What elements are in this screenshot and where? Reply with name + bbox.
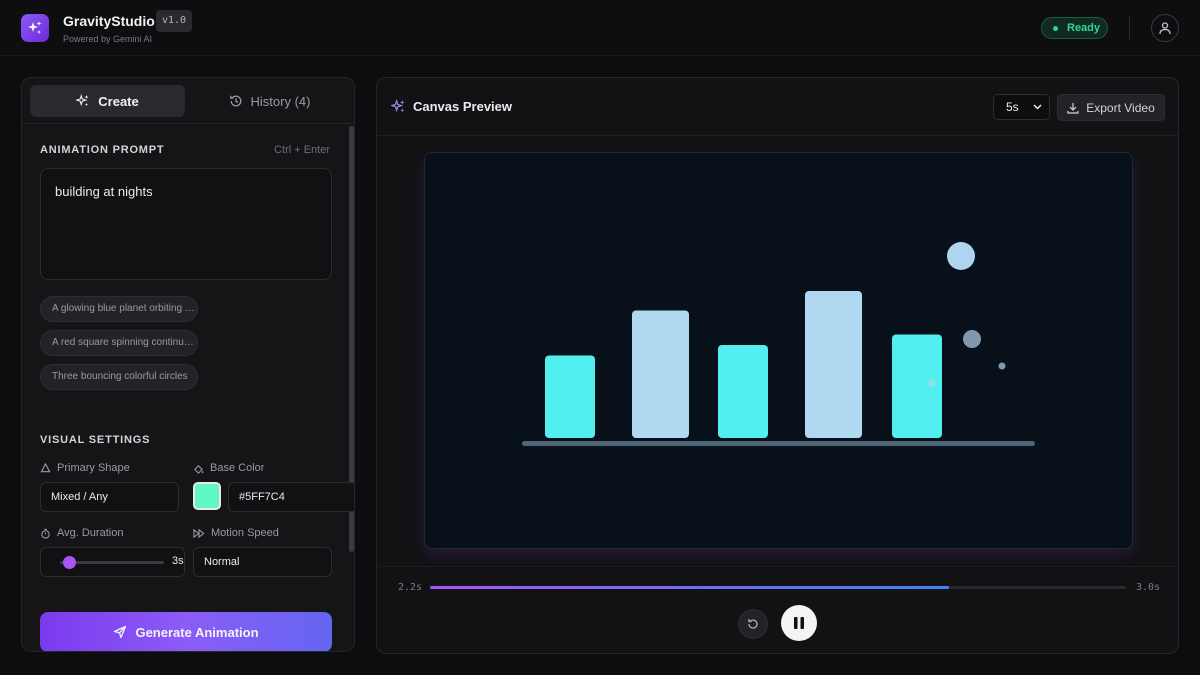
tab-history-label: History (4) — [250, 93, 311, 109]
ground-line — [522, 441, 1035, 446]
tab-create-label: Create — [98, 93, 139, 109]
floating-dot — [928, 379, 936, 387]
shortcut-hint: Ctrl + Enter — [274, 144, 330, 156]
send-icon — [114, 625, 127, 639]
prompt-section-label: ANIMATION PROMPT — [40, 144, 165, 156]
building-bar — [718, 345, 768, 438]
building-bar — [892, 334, 942, 438]
generate-animation-button[interactable]: Generate Animation — [40, 612, 332, 651]
restart-icon — [748, 619, 758, 629]
base-color-input[interactable]: #5FF7C4 — [228, 482, 354, 512]
animation-canvas[interactable] — [424, 152, 1133, 549]
floating-circle — [963, 330, 981, 348]
pause-icon — [794, 617, 804, 629]
building-bar — [632, 310, 689, 438]
current-time: 2.2s — [398, 582, 423, 593]
primary-shape-label: Primary Shape — [40, 462, 130, 474]
motion-speed-label: Motion Speed — [193, 527, 279, 539]
motion-speed-select[interactable]: Normal — [193, 547, 332, 577]
timeline-progress — [430, 586, 950, 589]
palette-icon — [194, 464, 204, 474]
sparkles-icon — [76, 94, 89, 107]
app-subtitle: Powered by Gemini AI — [63, 34, 153, 44]
panel-scrollbar[interactable] — [349, 126, 354, 651]
app-header: GravityStudio Powered by Gemini AI v1.0 … — [0, 0, 1200, 56]
export-video-button[interactable]: Export Video — [1057, 94, 1165, 121]
building-bars — [545, 291, 942, 438]
preview-panel: Canvas Preview 5s Export Video 2.2s 3.0s — [376, 77, 1179, 654]
duration-value: 3s — [172, 555, 184, 567]
sparkles-icon — [28, 21, 42, 34]
history-icon — [229, 95, 241, 107]
user-icon — [1159, 22, 1171, 35]
header-divider — [1129, 16, 1130, 40]
app-logo — [21, 14, 49, 42]
suggestion-chip[interactable]: A glowing blue planet orbiting a sun — [40, 296, 198, 322]
avg-duration-label: Avg. Duration — [40, 527, 123, 539]
panel-tabs: Create History (4) — [22, 78, 354, 124]
fast-forward-icon — [193, 528, 205, 538]
building-bar — [545, 355, 595, 438]
floating-dot — [998, 362, 1006, 370]
prompt-input[interactable]: building at nights — [40, 168, 332, 280]
base-color-label: Base Color — [193, 462, 264, 474]
pause-button[interactable] — [781, 605, 817, 641]
restart-button[interactable] — [738, 609, 768, 639]
timer-icon — [41, 528, 50, 539]
create-panel: Create History (4) ANIMATION PROMPT Ctrl… — [21, 77, 355, 652]
building-bar — [805, 291, 862, 438]
suggestion-chip[interactable]: A red square spinning continuously — [40, 330, 198, 356]
color-swatch[interactable] — [193, 482, 221, 510]
suggestion-chip[interactable]: Three bouncing colorful circles — [40, 364, 198, 390]
total-time: 3.0s — [1136, 582, 1161, 593]
visual-settings-label: VISUAL SETTINGS — [40, 434, 151, 446]
playback-controls: 2.2s 3.0s — [377, 566, 1178, 653]
timeline-scrubber[interactable] — [430, 586, 1126, 589]
user-avatar-button[interactable] — [1151, 14, 1179, 42]
preview-title: Canvas Preview — [413, 99, 513, 114]
version-badge: v1.0 — [156, 10, 193, 32]
canvas-scene — [522, 242, 1035, 446]
shapes-icon — [40, 462, 51, 472]
status-badge: Ready — [1041, 17, 1108, 39]
tab-history[interactable]: History (4) — [192, 85, 347, 117]
download-icon — [1067, 102, 1079, 114]
duration-select[interactable]: 5s — [993, 94, 1050, 120]
app-title: GravityStudio — [63, 13, 155, 29]
primary-shape-select[interactable]: Mixed / Any — [40, 482, 179, 512]
sparkles-icon — [391, 99, 405, 113]
chevron-down-icon — [1033, 104, 1042, 110]
tab-create[interactable]: Create — [30, 85, 185, 117]
preview-header: Canvas Preview 5s Export Video — [377, 78, 1178, 136]
moon-circle — [947, 242, 975, 270]
